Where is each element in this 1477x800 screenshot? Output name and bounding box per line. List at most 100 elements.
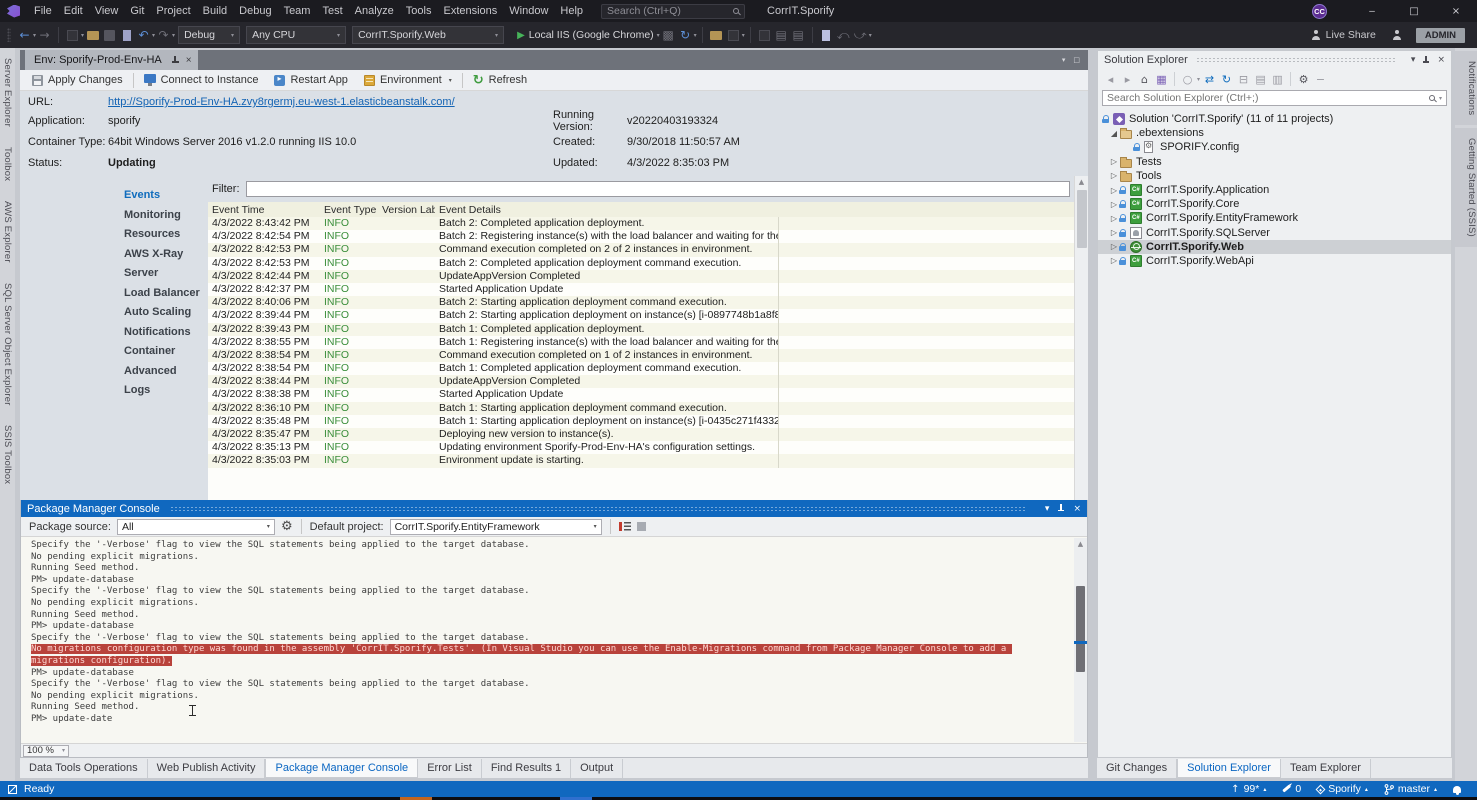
- zoom-level-dropdown[interactable]: 100 % ▾: [23, 745, 69, 757]
- minimize-button[interactable]: –: [1351, 0, 1393, 22]
- restore-button[interactable]: □: [1393, 0, 1435, 22]
- event-row[interactable]: 4/3/2022 8:38:44 PM INFO UpdateAppVersio…: [208, 375, 1074, 388]
- tree-item[interactable]: .ebextensions: [1098, 126, 1451, 140]
- expander-icon[interactable]: [1109, 157, 1119, 166]
- tree-item[interactable]: CorrIT.Sporify.Core: [1098, 197, 1451, 211]
- event-row[interactable]: 4/3/2022 8:42:37 PM INFO Started Applica…: [208, 283, 1074, 296]
- tree-item[interactable]: SPORIFY.config: [1098, 140, 1451, 154]
- notifications-bell-icon[interactable]: [1453, 786, 1461, 793]
- environment-nav-item[interactable]: Container: [114, 342, 208, 362]
- menu-item[interactable]: Extensions: [437, 0, 503, 22]
- account-avatar[interactable]: CC: [1312, 4, 1327, 19]
- push-status[interactable]: ↑ 99* ▴: [1231, 783, 1266, 795]
- find-in-files-icon[interactable]: [709, 27, 724, 43]
- save-icon[interactable]: [102, 27, 117, 43]
- show-all-files-icon[interactable]: ▤: [1253, 73, 1268, 86]
- console-output[interactable]: Specify the '-Verbose' flag to view the …: [21, 537, 1087, 743]
- solution-search-box[interactable]: ▾: [1102, 90, 1447, 106]
- menu-item[interactable]: Team: [278, 0, 317, 22]
- tool-window-tab[interactable]: Find Results 1: [482, 759, 571, 778]
- refresh-button[interactable]: ↻Refresh: [465, 70, 535, 90]
- environment-url-link[interactable]: http://Sporify-Prod-Env-HA.zvy8rgermj.eu…: [108, 96, 455, 108]
- toolbar-grip[interactable]: [7, 28, 11, 42]
- event-row[interactable]: 4/3/2022 8:35:47 PM INFO Deploying new v…: [208, 428, 1074, 441]
- expander-icon[interactable]: [1109, 214, 1119, 223]
- event-row[interactable]: 4/3/2022 8:39:43 PM INFO Batch 1: Comple…: [208, 323, 1074, 336]
- scroll-up-icon[interactable]: ▲: [1079, 176, 1084, 188]
- float-window-icon[interactable]: □: [1073, 56, 1080, 64]
- repository-status[interactable]: Sporify ▴: [1317, 783, 1368, 795]
- event-row[interactable]: 4/3/2022 8:36:10 PM INFO Batch 1: Starti…: [208, 402, 1074, 415]
- quick-search-box[interactable]: Search (Ctrl+Q): [601, 4, 745, 19]
- solution-platform-dropdown[interactable]: Any CPU▾: [246, 26, 346, 44]
- event-row[interactable]: 4/3/2022 8:42:53 PM INFO Batch 2: Comple…: [208, 257, 1074, 270]
- live-share-icon[interactable]: [1311, 30, 1321, 40]
- expander-icon[interactable]: [1109, 129, 1119, 138]
- environment-nav-item[interactable]: Logs: [114, 381, 208, 401]
- navigate-back-icon[interactable]: ←: [17, 27, 32, 43]
- environment-menu-button[interactable]: Environment▾: [356, 70, 460, 90]
- undo-dropdown[interactable]: ▾: [152, 32, 155, 39]
- environment-nav-item[interactable]: Auto Scaling: [114, 303, 208, 323]
- menu-item[interactable]: Window: [503, 0, 554, 22]
- tool-window-tab[interactable]: Notifications: [1455, 51, 1477, 125]
- sync-with-active-document-icon[interactable]: ⇄: [1202, 73, 1217, 86]
- forward-icon[interactable]: ▸: [1120, 73, 1135, 86]
- expander-icon[interactable]: [1109, 256, 1119, 265]
- live-share-label[interactable]: Live Share: [1326, 29, 1376, 41]
- preview-selected-icon[interactable]: −: [1313, 73, 1328, 86]
- package-source-settings-icon[interactable]: [281, 519, 293, 534]
- pmc-scrollbar[interactable]: ▲: [1074, 538, 1087, 742]
- column-header[interactable]: Event Type: [320, 204, 378, 216]
- event-row[interactable]: 4/3/2022 8:42:53 PM INFO Command executi…: [208, 243, 1074, 256]
- redo-icon[interactable]: ↷: [156, 27, 171, 43]
- expander-icon[interactable]: [1109, 171, 1119, 180]
- menu-item[interactable]: Debug: [233, 0, 277, 22]
- close-tab-icon[interactable]: ×: [186, 55, 192, 66]
- home-icon[interactable]: ⌂: [1137, 73, 1152, 86]
- tool-window-tab[interactable]: Solution Explorer: [1177, 759, 1281, 778]
- environment-nav-item[interactable]: Load Balancer: [114, 284, 208, 304]
- navigate-forward-icon[interactable]: →: [37, 27, 52, 43]
- event-row[interactable]: 4/3/2022 8:38:54 PM INFO Batch 1: Comple…: [208, 362, 1074, 375]
- default-project-dropdown[interactable]: CorrIT.Sporify.EntityFramework▾: [390, 519, 602, 535]
- column-header[interactable]: Event Time: [208, 204, 320, 216]
- start-debugging-icon[interactable]: ▶: [517, 30, 525, 41]
- event-row[interactable]: 4/3/2022 8:35:48 PM INFO Batch 1: Starti…: [208, 415, 1074, 428]
- menu-item[interactable]: Project: [150, 0, 196, 22]
- document-list-dropdown-icon[interactable]: ▾: [1062, 56, 1066, 64]
- open-file-icon[interactable]: [85, 27, 100, 43]
- apply-changes-button[interactable]: Apply Changes: [24, 70, 131, 90]
- column-header[interactable]: Version Label: [378, 204, 435, 216]
- environment-nav-item[interactable]: Server: [114, 264, 208, 284]
- window-position-dropdown-icon[interactable]: ▾: [1045, 504, 1050, 514]
- document-scrollbar[interactable]: ▲: [1074, 176, 1088, 500]
- menu-item[interactable]: Git: [124, 0, 150, 22]
- search-options-dropdown[interactable]: ▾: [1439, 95, 1442, 102]
- tool-window-tab[interactable]: Team Explorer: [1281, 759, 1371, 778]
- event-row[interactable]: 4/3/2022 8:40:06 PM INFO Batch 2: Starti…: [208, 296, 1074, 309]
- solution-configuration-dropdown[interactable]: Debug▾: [178, 26, 240, 44]
- startup-project-dropdown[interactable]: CorrIT.Sporify.Web▾: [352, 26, 504, 44]
- pin-icon[interactable]: [1058, 504, 1064, 513]
- solution-explorer-title-bar[interactable]: Solution Explorer ▾ ×: [1098, 51, 1451, 69]
- tool-window-tab[interactable]: Data Tools Operations: [20, 759, 148, 778]
- admin-badge[interactable]: ADMIN: [1416, 28, 1465, 43]
- menu-item[interactable]: Edit: [58, 0, 89, 22]
- event-row[interactable]: 4/3/2022 8:38:38 PM INFO Started Applica…: [208, 388, 1074, 401]
- refresh-icon[interactable]: ↻: [1219, 73, 1234, 86]
- tree-item[interactable]: CorrIT.Sporify.WebApi: [1098, 254, 1451, 268]
- pin-icon[interactable]: [172, 56, 179, 65]
- undo-icon[interactable]: ↶: [136, 27, 151, 43]
- tool-window-tab[interactable]: SQL Server Object Explorer: [2, 273, 13, 416]
- expander-icon[interactable]: [1109, 242, 1119, 251]
- run-target-label[interactable]: Local IIS (Google Chrome): [529, 29, 654, 41]
- new-project-icon[interactable]: [65, 27, 80, 43]
- restart-icon[interactable]: ↻: [678, 27, 693, 43]
- close-icon[interactable]: ×: [1073, 504, 1081, 514]
- tool-window-tab[interactable]: Package Manager Console: [265, 759, 418, 778]
- tree-item[interactable]: CorrIT.Sporify.Application: [1098, 183, 1451, 197]
- tool-window-tab[interactable]: AWS Explorer: [2, 191, 13, 273]
- tool-window-tab[interactable]: Getting Started (SSIS): [1455, 128, 1477, 247]
- toolbar-overflow[interactable]: ▾: [742, 32, 745, 39]
